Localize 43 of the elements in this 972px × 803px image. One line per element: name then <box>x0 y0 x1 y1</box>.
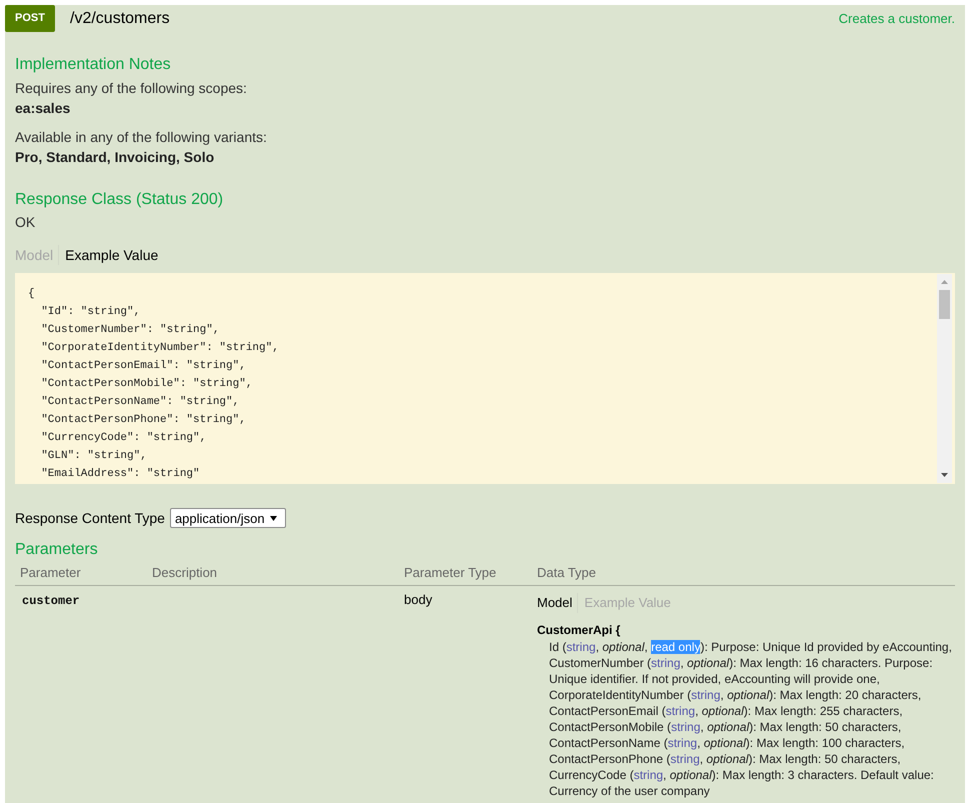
code-line: "GLN": "string", <box>40 449 147 464</box>
parameter-type: body <box>404 592 432 607</box>
up-arrow-icon[interactable] <box>941 280 948 284</box>
down-arrow-icon[interactable] <box>941 473 948 477</box>
section-heading: Implementation Notes <box>15 56 171 73</box>
property-description: ContactPersonMobile (string, optional): Max length: 50 characters, <box>549 719 902 735</box>
section-heading: Response Class (Status 200) <box>15 191 224 208</box>
note-text: Requires any of the following scopes: <box>15 80 247 96</box>
code-line: "CustomerNumber": "string", <box>40 323 220 338</box>
scrollbar-track[interactable] <box>937 274 952 483</box>
status-text: OK <box>15 214 36 230</box>
property-description: CurrencyCode (string, optional): Max length: 3 characters. Default value: Currency of the user company <box>549 767 935 799</box>
code-line: "ContactPersonName": "string", <box>40 395 240 410</box>
column-header: Data Type <box>537 565 596 580</box>
column-header: Parameter Type <box>404 565 496 580</box>
note-value: Pro, Standard, Invoicing, Solo <box>15 149 214 165</box>
content-type-label: Response Content Type <box>15 510 165 526</box>
property-description: ContactPersonName (string, optional): Max length: 100 characters, <box>549 735 905 751</box>
endpoint-path[interactable]: /v2/customers <box>70 10 170 28</box>
code-line: "ContactPersonMobile": "string", <box>40 377 252 392</box>
note-value: ea:sales <box>15 100 70 116</box>
column-header: Description <box>152 565 218 580</box>
code-line: "ContactPersonPhone": "string", <box>40 413 246 428</box>
code-line: { <box>28 287 35 302</box>
method-badge[interactable]: POST <box>5 5 55 32</box>
section-heading: Parameters <box>15 541 98 558</box>
scrollbar-thumb[interactable] <box>939 290 950 319</box>
model-name: CustomerApi { <box>537 623 620 637</box>
code-line: "EmailAddress": "string" <box>40 467 200 482</box>
content-type-select[interactable]: application/json <box>170 508 286 528</box>
code-line: "CurrencyCode": "string", <box>40 431 206 446</box>
note-text: Available in any of the following variants: <box>15 129 267 145</box>
code-line: "ContactPersonEmail": "string", <box>40 359 246 374</box>
property-description: CorporateIdentityNumber (string, optional): Max length: 20 characters, <box>549 687 922 703</box>
column-header: Parameter <box>20 565 81 580</box>
parameter-name: customer <box>22 594 80 608</box>
caret-icon <box>270 516 277 520</box>
view-tab[interactable]: Model <box>537 593 578 613</box>
view-tab[interactable]: Example Value <box>59 245 158 265</box>
property-description: ContactPersonPhone (string, optional): Max length: 50 characters, <box>549 751 901 767</box>
code-line: "Id": "string", <box>40 305 140 320</box>
property-description: ContactPersonEmail (string, optional): Max length: 255 characters, <box>549 703 903 719</box>
code-line: "CorporateIdentityNumber": "string", <box>40 341 279 356</box>
